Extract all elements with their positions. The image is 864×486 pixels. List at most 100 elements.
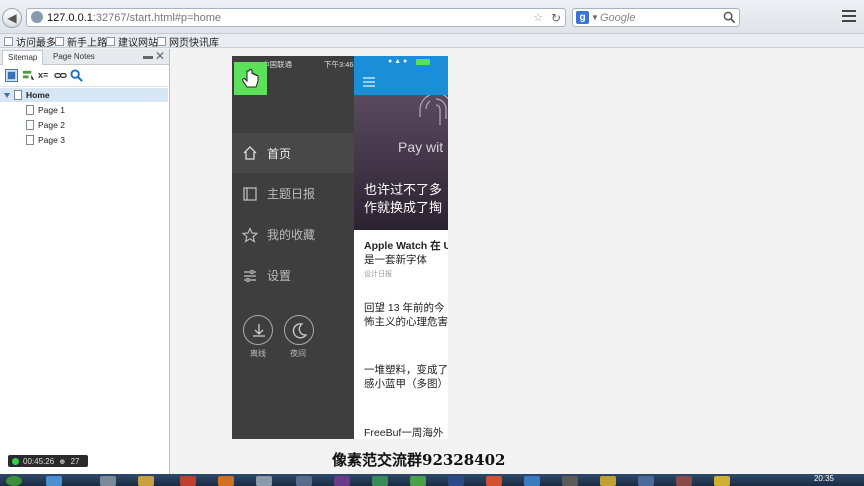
- settings-icon: [244, 269, 256, 282]
- news-title-line: Apple Watch 在 U: [364, 240, 448, 252]
- minimize-icon[interactable]: ▬: [143, 51, 153, 62]
- taskbar-app-icon[interactable]: [372, 476, 388, 486]
- menu-item-home[interactable]: 首页: [232, 133, 354, 173]
- taskbar-app-icon[interactable]: [296, 476, 312, 486]
- tab-page-notes[interactable]: Page Notes: [48, 50, 100, 65]
- side-menu: [232, 56, 354, 439]
- taskbar-app-icon[interactable]: [524, 476, 540, 486]
- tree-item-label: Page 3: [38, 135, 65, 145]
- tree-item-home[interactable]: Home: [0, 88, 168, 102]
- hamburger-menu-icon[interactable]: [362, 76, 376, 88]
- chevron-down-icon[interactable]: ▼: [591, 13, 599, 22]
- menu-item-topics[interactable]: 主题日报: [242, 185, 315, 202]
- taskbar: 20:35: [0, 474, 864, 486]
- bookmark-star-icon[interactable]: ☆: [533, 11, 543, 24]
- bookmark-item[interactable]: 访问最多: [4, 34, 56, 49]
- user-icon: ☻: [58, 456, 67, 466]
- hero-banner[interactable]: Pay wit 也许过不了多 作就换成了掏: [354, 95, 448, 230]
- page-icon: [26, 120, 34, 130]
- taskbar-app-icon[interactable]: [410, 476, 426, 486]
- menu-item-label: 首页: [267, 146, 292, 161]
- taskbar-app-icon[interactable]: [638, 476, 654, 486]
- menu-item-favorites[interactable]: 我的收藏: [242, 226, 315, 243]
- close-icon[interactable]: ✕: [155, 49, 165, 63]
- page-icon: [26, 135, 34, 145]
- sitemap-view-icon[interactable]: [5, 69, 18, 82]
- bookmark-item[interactable]: 网页快讯库: [157, 34, 219, 49]
- bookmark-icon: [55, 36, 64, 46]
- tree-item-label: Page 2: [38, 120, 65, 130]
- search-bar[interactable]: g ▼ Google: [572, 8, 740, 27]
- battery-icon: [416, 59, 430, 65]
- news-title-line: 感小蓝甲（多图）: [364, 378, 448, 390]
- menu-item-settings[interactable]: 设置: [242, 267, 291, 284]
- news-title-line: 是一套新字体: [364, 254, 427, 266]
- taskbar-app-icon[interactable]: [46, 476, 62, 486]
- news-item-1-source: 设计日报: [364, 271, 392, 278]
- news-title-line: 一堆塑料，变成了: [364, 364, 448, 376]
- page-icon: [26, 105, 34, 115]
- taskbar-app-icon[interactable]: [138, 476, 154, 486]
- link-icon[interactable]: [54, 69, 67, 82]
- url-text[interactable]: 127.0.0.1:32767/start.html#p=home: [47, 12, 221, 24]
- taskbar-app-icon[interactable]: [562, 476, 578, 486]
- tree-item-page-2[interactable]: Page 2: [26, 118, 65, 132]
- watermark-text: 像素范交流群92328402: [332, 451, 506, 469]
- news-item-4-title[interactable]: FreeBuf一周海外: [364, 426, 443, 439]
- download-icon: [253, 324, 265, 337]
- bookmarks-bar: 访问最多 新手上路 建议网站 网页快讯库: [0, 34, 864, 49]
- star-icon: [242, 226, 258, 243]
- back-button[interactable]: ◀: [2, 8, 22, 28]
- bookmark-label: 新手上路: [67, 37, 107, 49]
- sitemap-toolbar: x=: [0, 65, 169, 87]
- taskbar-app-icon[interactable]: [218, 476, 234, 486]
- expand-arrow-icon[interactable]: [4, 92, 10, 98]
- news-item-3-title[interactable]: 一堆塑料，变成了 感小蓝甲（多图）: [364, 363, 448, 391]
- reload-icon[interactable]: ↻: [551, 11, 561, 25]
- tree-item-page-3[interactable]: Page 3: [26, 133, 65, 147]
- taskbar-app-icon[interactable]: [334, 476, 350, 486]
- bookmark-item[interactable]: 新手上路: [55, 34, 107, 49]
- news-item-2-title[interactable]: 回望 13 年前的今 怖主义的心理危害: [364, 301, 448, 329]
- home-icon: [243, 146, 257, 160]
- taskbar-app-icon[interactable]: [448, 476, 464, 486]
- taskbar-clock: 20:35: [813, 474, 834, 483]
- tree-item-page-1[interactable]: Page 1: [26, 103, 65, 117]
- hero-headline-1: 也许过不了多: [364, 182, 443, 197]
- search-icon[interactable]: [723, 11, 736, 24]
- night-mode-label: 夜间: [290, 349, 306, 358]
- taskbar-app-icon[interactable]: [714, 476, 730, 486]
- highlight-icon[interactable]: [22, 69, 35, 82]
- taskbar-app-icon[interactable]: [486, 476, 502, 486]
- news-title-line: FreeBuf一周海外: [364, 427, 444, 439]
- variables-icon[interactable]: x=: [38, 69, 51, 82]
- start-button-icon[interactable]: [6, 476, 22, 486]
- search-placeholder: Google: [600, 12, 636, 24]
- menu-item-label: 设置: [267, 269, 292, 283]
- taskbar-app-icon[interactable]: [180, 476, 196, 486]
- hero-pay-text: Pay wit: [398, 139, 444, 155]
- url-bar[interactable]: 127.0.0.1:32767/start.html#p=home ☆ ↻: [26, 8, 566, 27]
- taskbar-app-icon[interactable]: [256, 476, 272, 486]
- url-path: :32767/start.html#p=home: [92, 12, 221, 24]
- night-mode-button[interactable]: [284, 315, 314, 345]
- hamburger-menu-icon[interactable]: [842, 10, 856, 22]
- taskbar-app-icon[interactable]: [100, 476, 116, 486]
- taskbar-app-icon[interactable]: [600, 476, 616, 486]
- app-content: Pay wit 也许过不了多 作就换成了掏 Apple Watch 在 U 是一套…: [354, 95, 448, 439]
- taskbar-app-icon[interactable]: [676, 476, 692, 486]
- bookmark-item[interactable]: 建议网站: [106, 34, 158, 49]
- sitemap-panel: Sitemap Page Notes ▬ ✕ x= Home Page 1 Pa…: [0, 49, 170, 474]
- bookmark-icon: [4, 36, 13, 46]
- tab-sitemap[interactable]: Sitemap: [2, 50, 44, 65]
- browser-nav-bar: ◀ 127.0.0.1:32767/start.html#p=home ☆ ↻ …: [0, 0, 864, 34]
- news-item-1-title[interactable]: Apple Watch 在 U 是一套新字体: [364, 239, 448, 267]
- hero-headline-2: 作就换成了掏: [364, 200, 443, 215]
- hotspot-button[interactable]: [234, 62, 267, 95]
- search-icon[interactable]: [70, 69, 83, 82]
- fingerprint-icon: [419, 95, 448, 125]
- status-icons: ● ▲ ●: [388, 58, 408, 65]
- google-engine-icon[interactable]: g: [576, 11, 589, 24]
- offline-button[interactable]: [243, 315, 273, 345]
- bookmark-label: 网页快讯库: [169, 37, 219, 49]
